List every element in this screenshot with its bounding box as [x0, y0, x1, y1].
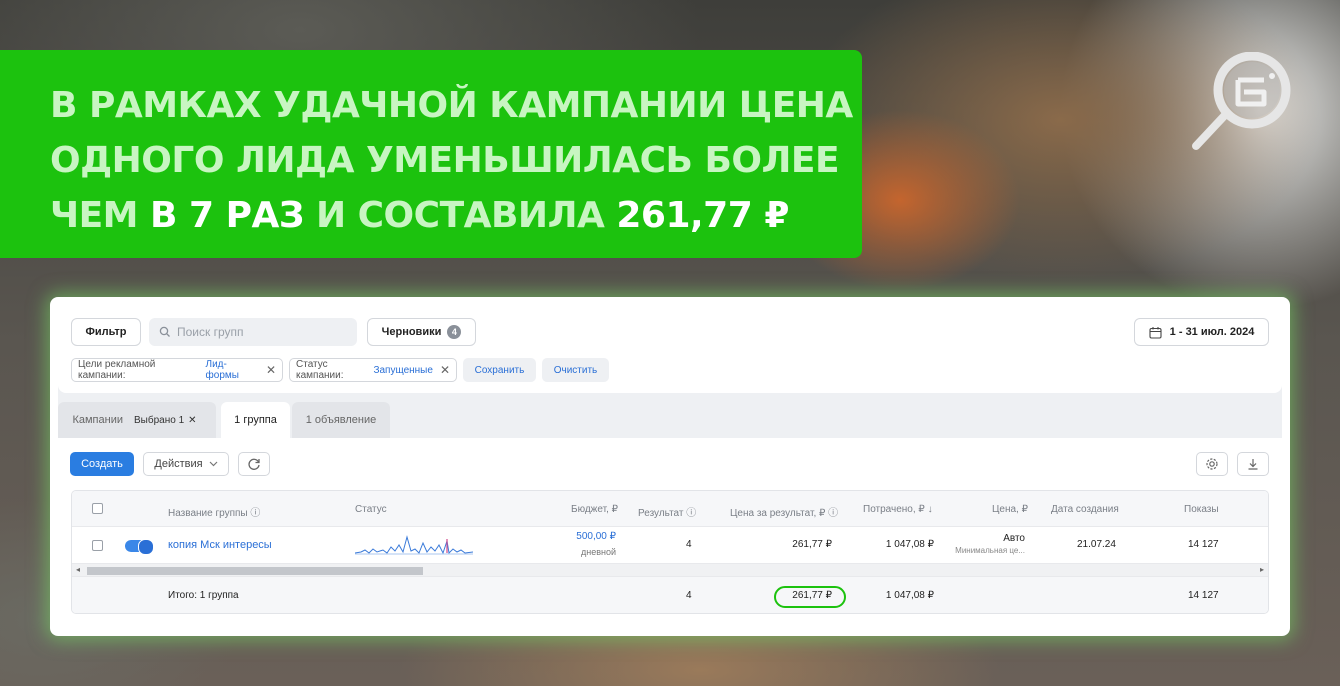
tab-campaigns[interactable]: Кампании Выбрано 1 ✕ [58, 402, 216, 438]
tab-groups[interactable]: 1 группа [221, 402, 290, 438]
filter-button-label: Фильтр [85, 326, 127, 338]
table-total-row: Итого: 1 группа 4 261,77 ₽ 1 047,08 ₽ 14… [72, 577, 1268, 613]
result-value: 4 [686, 539, 692, 550]
settings-button[interactable] [1196, 452, 1228, 476]
col-cpr-label: Цена за результат, ₽ [730, 508, 826, 519]
download-icon [1248, 459, 1258, 470]
price-mode: Авто [1003, 533, 1025, 544]
cost-per-result-value: 261,77 ₽ [792, 539, 832, 550]
filter-chip-status[interactable]: Статус кампании: Запущенные ✕ [289, 358, 457, 382]
chevron-down-icon [209, 461, 218, 467]
selected-badge: Выбрано 1 ✕ [129, 411, 202, 429]
headline-text: И СОСТАВИЛА [303, 195, 617, 236]
scroll-left-icon[interactable]: ◂ [76, 565, 80, 574]
status-sparkline [355, 535, 473, 555]
col-spent[interactable]: Потрачено, ₽ ↓ [863, 504, 933, 515]
col-price[interactable]: Цена, ₽ [992, 504, 1028, 515]
refresh-icon [248, 458, 260, 470]
total-label: Итого: 1 группа [168, 590, 239, 601]
headline-banner: В РАМКАХ УДАЧНОЙ КАМПАНИИ ЦЕНА ОДНОГО ЛИ… [0, 50, 862, 258]
drafts-count-badge: 4 [447, 325, 462, 339]
created-date: 21.07.24 [1077, 539, 1116, 550]
drafts-button[interactable]: Черновики 4 [367, 318, 476, 346]
search-icon [159, 326, 170, 337]
info-icon: ⓘ [686, 508, 697, 519]
groups-table: Название группы ⓘ Статус Бюджет, ₽ Резул… [71, 490, 1269, 614]
budget-period: дневной [580, 547, 616, 557]
drafts-label: Черновики [381, 326, 442, 338]
total-shows: 14 127 [1188, 590, 1219, 601]
filter-card: Фильтр Поиск групп Черновики 4 1 - 31 ию… [58, 305, 1282, 393]
ads-cabinet-panel: Фильтр Поиск групп Черновики 4 1 - 31 ию… [50, 297, 1290, 636]
total-cost-per-result: 261,77 ₽ [792, 590, 832, 601]
download-button[interactable] [1237, 452, 1269, 476]
gear-icon [1206, 458, 1218, 470]
col-cost-per-result[interactable]: Цена за результат, ₽ ⓘ [730, 504, 838, 519]
table-header: Название группы ⓘ Статус Бюджет, ₽ Резул… [72, 491, 1268, 527]
col-result[interactable]: Результат ⓘ [638, 504, 696, 519]
table-row: копия Мск интересы 500,00 ₽ дневной 4 26… [72, 527, 1268, 563]
info-icon: ⓘ [828, 508, 839, 519]
date-range-text: 1 - 31 июл. 2024 [1169, 326, 1255, 338]
col-shows[interactable]: Показы [1184, 504, 1219, 515]
scroll-right-icon[interactable]: ▸ [1260, 565, 1264, 574]
total-spent: 1 047,08 ₽ [885, 590, 934, 601]
refresh-button[interactable] [238, 452, 270, 476]
col-result-label: Результат [638, 508, 684, 519]
tab-ads[interactable]: 1 объявление [292, 402, 390, 438]
headline-line-2: ОДНОГО ЛИДА УМЕНЬШИЛАСЬ БОЛЕЕ [50, 140, 840, 181]
calendar-icon [1149, 326, 1162, 339]
headline-price: 261,77 ₽ [616, 195, 789, 236]
select-all-checkbox[interactable] [92, 503, 103, 514]
close-icon[interactable]: ✕ [440, 363, 450, 377]
search-placeholder: Поиск групп [177, 325, 244, 339]
search-input[interactable]: Поиск групп [149, 318, 357, 346]
panel-body: Фильтр Поиск групп Черновики 4 1 - 31 ию… [58, 305, 1282, 636]
date-range-picker[interactable]: 1 - 31 июл. 2024 [1134, 318, 1269, 346]
chip-value: Лид-формы [205, 359, 239, 381]
col-name[interactable]: Название группы ⓘ [168, 504, 260, 519]
row-checkbox[interactable] [92, 540, 103, 551]
info-icon: ⓘ [250, 508, 261, 519]
save-filter-button[interactable]: Сохранить [463, 358, 536, 382]
headline-line-1: В РАМКАХ УДАЧНОЙ КАМПАНИИ ЦЕНА [50, 85, 853, 126]
spent-value: 1 047,08 ₽ [885, 539, 934, 550]
headline-line-3: ЧЕМ В 7 РАЗ И СОСТАВИЛА 261,77 ₽ [50, 188, 862, 243]
budget-value[interactable]: 500,00 ₽ [576, 531, 616, 542]
chip-key: Цели рекламной кампании: [78, 359, 156, 381]
col-status[interactable]: Статус [355, 504, 387, 515]
magnifier-logo-icon [1192, 52, 1291, 150]
groups-content: Создать Действия Название группы ⓘ Стату… [58, 438, 1282, 636]
col-name-label: Название группы [168, 508, 248, 519]
close-icon[interactable]: ✕ [188, 415, 196, 426]
clear-filter-button[interactable]: Очистить [542, 358, 609, 382]
scroll-thumb[interactable] [87, 567, 423, 575]
chip-value: Запущенные [373, 364, 433, 376]
group-name-link[interactable]: копия Мск интересы [168, 539, 272, 551]
row-toggle[interactable] [125, 539, 154, 555]
close-icon[interactable]: ✕ [266, 363, 276, 377]
col-created[interactable]: Дата создания [1051, 504, 1119, 515]
chip-key: Статус кампании: [296, 359, 344, 381]
price-subtitle: Минимальная це... [955, 546, 1025, 555]
filter-chip-goal[interactable]: Цели рекламной кампании: Лид-формы ✕ [71, 358, 283, 382]
actions-label: Действия [154, 458, 203, 470]
actions-dropdown[interactable]: Действия [143, 452, 229, 476]
col-budget[interactable]: Бюджет, ₽ [571, 504, 618, 515]
headline-text: ЧЕМ [50, 195, 151, 236]
create-button[interactable]: Создать [70, 452, 134, 476]
selected-badge-text: Выбрано 1 [134, 414, 185, 426]
horizontal-scrollbar[interactable]: ◂ ▸ [72, 563, 1268, 577]
filter-button[interactable]: Фильтр [71, 318, 141, 346]
tab-campaigns-label: Кампании [72, 414, 123, 426]
total-result: 4 [686, 590, 692, 601]
shows-value: 14 127 [1188, 539, 1219, 550]
headline-emphasis: В 7 РАЗ [150, 195, 304, 236]
